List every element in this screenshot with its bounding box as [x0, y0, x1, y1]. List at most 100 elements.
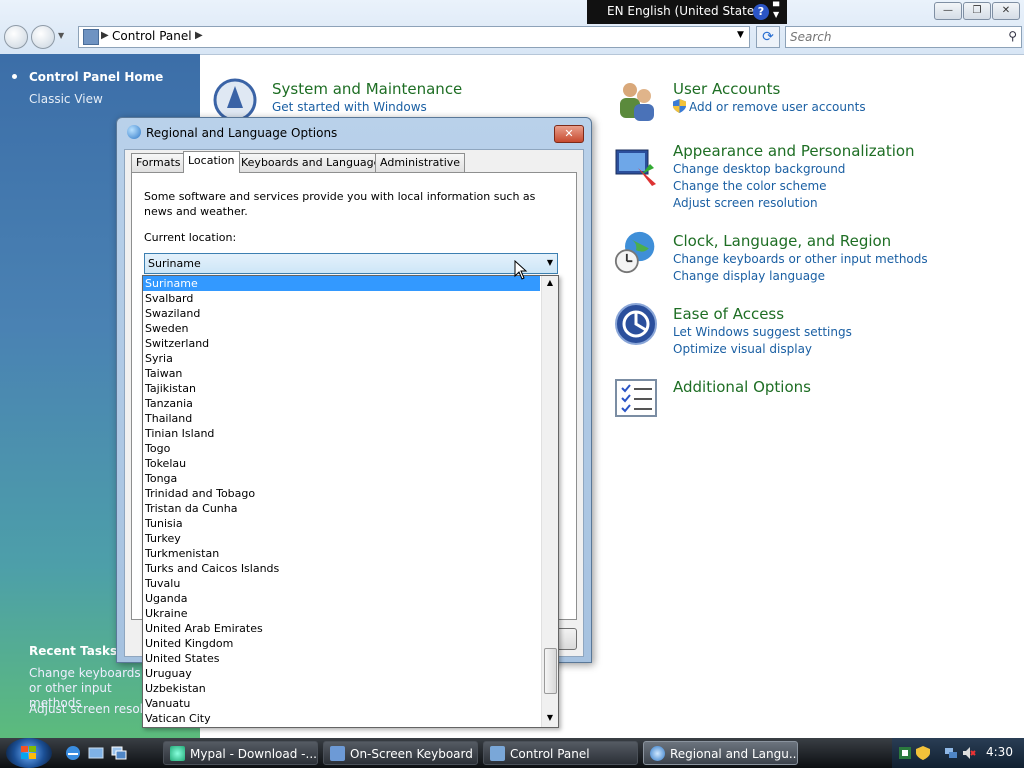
country-option[interactable]: Turkmenistan — [143, 546, 540, 561]
security-shield-icon[interactable] — [916, 746, 930, 760]
current-location-combobox[interactable]: Suriname ▼ — [144, 253, 558, 274]
country-option[interactable]: Uruguay — [143, 666, 540, 681]
search-box[interactable]: ⚲ — [785, 26, 1022, 48]
link-add-remove-users[interactable]: Add or remove user accounts — [689, 100, 866, 114]
tab-keyboards-languages[interactable]: Keyboards and Languages — [236, 153, 392, 172]
dialog-close-button[interactable]: ✕ — [554, 125, 584, 143]
sidebar-control-panel-home[interactable]: Control Panel Home — [29, 70, 163, 84]
scrollbar-thumb[interactable] — [544, 648, 557, 694]
search-icon[interactable]: ⚲ — [1008, 29, 1017, 43]
taskbar-item-label: Control Panel — [510, 747, 590, 761]
country-option[interactable]: Uzbekistan — [143, 681, 540, 696]
link-change-display-language[interactable]: Change display language — [673, 269, 825, 283]
tab-administrative[interactable]: Administrative — [375, 153, 466, 172]
system-maintenance-icon[interactable] — [213, 78, 257, 122]
taskbar-item-control-panel[interactable]: Control Panel — [483, 741, 638, 765]
language-bar[interactable]: EN English (United States) ? ▀ ▼ — [587, 0, 787, 24]
country-option[interactable]: Tinian Island — [143, 426, 540, 441]
globe-icon — [650, 746, 665, 761]
link-change-color-scheme[interactable]: Change the color scheme — [673, 179, 827, 193]
category-clock-language-region[interactable]: Clock, Language, and Region — [673, 232, 891, 250]
ease-of-access-icon[interactable] — [614, 302, 658, 346]
breadcrumb-control-panel[interactable]: Control Panel — [112, 29, 192, 43]
sidebar-classic-view[interactable]: Classic View — [29, 92, 103, 106]
language-bar-options-icon[interactable]: ▀ ▼ — [773, 3, 779, 19]
country-option[interactable]: Tokelau — [143, 456, 540, 471]
scroll-up-icon[interactable]: ▲ — [542, 278, 558, 290]
language-indicator[interactable]: EN English (United States) — [607, 4, 765, 18]
breadcrumb-arrow-icon[interactable]: ▶ — [101, 30, 109, 41]
show-desktop-icon[interactable] — [88, 745, 104, 761]
tab-location[interactable]: Location — [183, 151, 240, 173]
country-option[interactable]: Vanuatu — [143, 696, 540, 711]
chevron-down-icon[interactable]: ▼ — [547, 258, 553, 267]
language-tray-icon[interactable] — [898, 746, 912, 760]
country-option[interactable]: Svalbard — [143, 291, 540, 306]
country-option[interactable]: Trinidad and Tobago — [143, 486, 540, 501]
country-option[interactable]: Tonga — [143, 471, 540, 486]
forward-button[interactable] — [31, 25, 55, 49]
back-button[interactable] — [4, 25, 28, 49]
country-option[interactable]: Tanzania — [143, 396, 540, 411]
maximize-button[interactable]: ❐ — [963, 2, 991, 20]
address-dropdown-icon[interactable]: ▼ — [737, 30, 744, 40]
link-optimize-visual-display[interactable]: Optimize visual display — [673, 342, 812, 356]
start-button[interactable] — [6, 738, 52, 768]
additional-options-icon[interactable] — [614, 376, 658, 420]
country-option[interactable]: Vatican City — [143, 711, 540, 726]
country-option[interactable]: Turkey — [143, 531, 540, 546]
appearance-icon[interactable] — [614, 144, 658, 188]
dropdown-scrollbar[interactable]: ▲ ▼ — [541, 276, 558, 727]
tab-formats[interactable]: Formats — [131, 153, 186, 172]
refresh-button[interactable]: ⟳ — [756, 26, 780, 48]
category-system-maintenance[interactable]: System and Maintenance — [272, 80, 462, 98]
country-option[interactable]: United Arab Emirates — [143, 621, 540, 636]
country-option[interactable]: Switzerland — [143, 336, 540, 351]
country-option[interactable]: Ukraine — [143, 606, 540, 621]
country-option[interactable]: United States — [143, 651, 540, 666]
taskbar-item-onscreen-keyboard[interactable]: On-Screen Keyboard — [323, 741, 478, 765]
category-additional-options[interactable]: Additional Options — [673, 378, 811, 396]
user-accounts-icon[interactable] — [614, 78, 658, 122]
country-option[interactable]: Suriname — [143, 276, 540, 291]
country-option[interactable]: United Kingdom — [143, 636, 540, 651]
search-input[interactable] — [786, 27, 997, 47]
taskbar-item-mypal[interactable]: Mypal - Download -... — [163, 741, 318, 765]
country-option[interactable]: Uganda — [143, 591, 540, 606]
close-button[interactable]: ✕ — [992, 2, 1020, 20]
link-get-started[interactable]: Get started with Windows — [272, 100, 427, 114]
address-bar[interactable]: ▶ Control Panel ▶ ▼ — [78, 26, 750, 48]
category-ease-of-access[interactable]: Ease of Access — [673, 305, 784, 323]
internet-explorer-icon[interactable] — [65, 745, 81, 761]
country-option[interactable]: Sweden — [143, 321, 540, 336]
link-adjust-resolution[interactable]: Adjust screen resolution — [673, 196, 818, 210]
country-option[interactable]: Taiwan — [143, 366, 540, 381]
country-option[interactable]: Swaziland — [143, 306, 540, 321]
recent-pages-dropdown-icon[interactable]: ▼ — [58, 31, 64, 40]
network-icon[interactable] — [944, 746, 958, 760]
country-option[interactable]: Turks and Caicos Islands — [143, 561, 540, 576]
link-change-keyboards[interactable]: Change keyboards or other input methods — [673, 252, 928, 266]
country-option[interactable]: Tuvalu — [143, 576, 540, 591]
location-dropdown-list[interactable]: Suriname Svalbard Swaziland Sweden Switzerla… — [142, 275, 559, 728]
link-change-background[interactable]: Change desktop background — [673, 162, 845, 176]
breadcrumb-arrow-icon[interactable]: ▶ — [195, 30, 203, 41]
switch-windows-icon[interactable] — [111, 745, 127, 761]
clock-language-region-icon[interactable] — [614, 230, 658, 274]
category-appearance[interactable]: Appearance and Personalization — [673, 142, 915, 160]
help-icon[interactable]: ? — [753, 4, 769, 20]
category-user-accounts[interactable]: User Accounts — [673, 80, 780, 98]
country-option[interactable]: Tristan da Cunha — [143, 501, 540, 516]
country-option[interactable]: Syria — [143, 351, 540, 366]
volume-muted-icon[interactable] — [962, 746, 976, 760]
taskbar-item-regional-language[interactable]: Regional and Langu... — [643, 741, 798, 765]
link-windows-suggest-settings[interactable]: Let Windows suggest settings — [673, 325, 852, 339]
minimize-button[interactable]: — — [934, 2, 962, 20]
country-option[interactable]: Thailand — [143, 411, 540, 426]
country-option[interactable]: Togo — [143, 441, 540, 456]
country-option[interactable]: Tajikistan — [143, 381, 540, 396]
taskbar-clock[interactable]: 4:30 — [986, 745, 1013, 759]
recent-task-adjust-resolution[interactable]: Adjust screen resolution — [29, 702, 149, 716]
scroll-down-icon[interactable]: ▼ — [542, 713, 558, 725]
country-option[interactable]: Tunisia — [143, 516, 540, 531]
